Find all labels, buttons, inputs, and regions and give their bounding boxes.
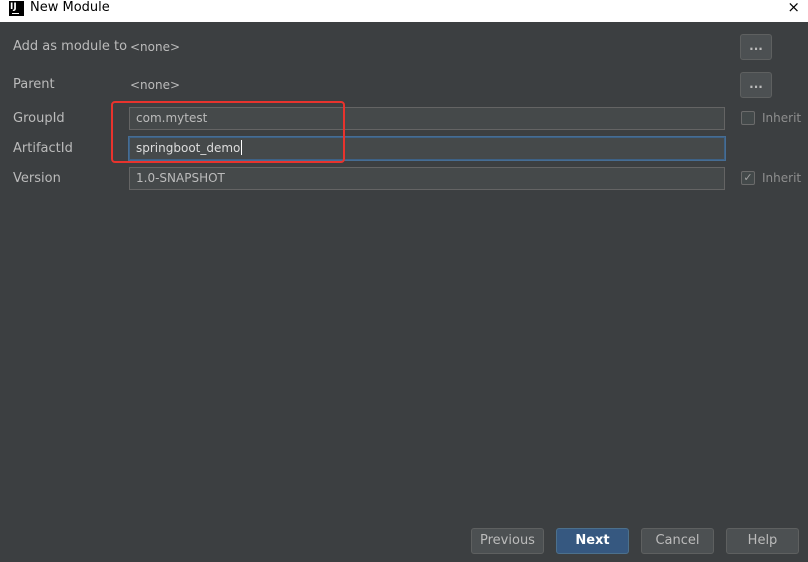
artifactid-field[interactable]: springboot_demo <box>129 137 725 160</box>
groupid-inherit-label: Inherit <box>762 111 802 125</box>
artifactid-value: springboot_demo <box>136 141 241 155</box>
close-icon[interactable]: × <box>787 0 800 16</box>
previous-button[interactable]: Previous <box>471 528 544 554</box>
groupid-inherit-checkbox[interactable] <box>741 111 755 125</box>
cancel-button[interactable]: Cancel <box>641 528 714 554</box>
add-as-module-browse-button[interactable]: ... <box>740 34 772 60</box>
checkmark-icon: ✓ <box>743 171 753 184</box>
next-button[interactable]: Next <box>556 528 629 554</box>
window-titlebar: IJ New Module × <box>0 0 808 22</box>
version-inherit-label: Inherit <box>762 171 802 185</box>
parent-browse-button[interactable]: ... <box>740 72 772 98</box>
groupid-label: GroupId <box>13 111 65 126</box>
groupid-value: com.mytest <box>136 111 208 125</box>
version-field[interactable]: 1.0-SNAPSHOT <box>129 167 725 190</box>
parent-label: Parent <box>13 77 55 92</box>
window-title: New Module <box>30 0 110 15</box>
add-as-module-label: Add as module to <box>13 39 128 54</box>
artifactid-label: ArtifactId <box>13 141 73 156</box>
version-value: 1.0-SNAPSHOT <box>136 171 225 185</box>
intellij-logo-icon: IJ <box>9 1 24 16</box>
version-inherit-checkbox[interactable]: ✓ <box>741 171 755 185</box>
text-caret <box>241 140 243 155</box>
groupid-field[interactable]: com.mytest <box>129 107 725 130</box>
add-as-module-value: <none> <box>130 40 181 54</box>
version-label: Version <box>13 171 61 186</box>
help-button[interactable]: Help <box>726 528 799 554</box>
parent-value: <none> <box>130 78 181 92</box>
